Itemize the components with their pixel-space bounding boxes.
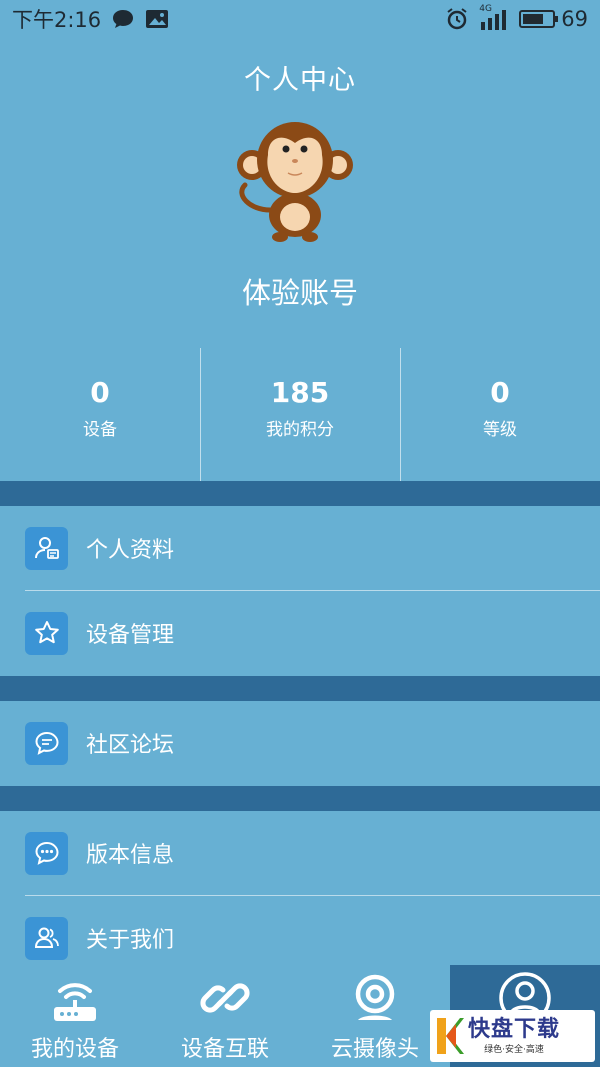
menu-label: 关于我们 (86, 928, 175, 953)
nav-label: 我的设备 (30, 1037, 119, 1062)
stat-points[interactable]: 185 我的积分 (200, 348, 400, 481)
account-name[interactable]: 体验账号 (0, 270, 600, 312)
menu-item-profile[interactable]: 个人资料 (0, 506, 600, 590)
watermark-brand: 快盘下载 (468, 1016, 561, 1042)
menu-item-forum[interactable]: 社区论坛 (0, 701, 600, 785)
stat-value: 0 (90, 376, 110, 409)
signal-icon: 4G (479, 4, 509, 30)
stat-label: 等级 (483, 420, 517, 440)
section-separator (0, 786, 600, 811)
battery-icon (519, 10, 559, 28)
avatar[interactable] (230, 115, 360, 250)
network-type: 4G (479, 4, 492, 14)
watermark-logo: 快盘下载 绿色·安全·高速 (430, 1010, 595, 1062)
kuaipan-logo-icon (437, 1018, 464, 1054)
stats-row: 0 设备 185 我的积分 0 等级 (0, 348, 600, 481)
stat-value: 185 (270, 376, 330, 409)
nav-label: 云摄像头 (330, 1037, 419, 1062)
menu-item-device-manage[interactable]: 设备管理 (0, 591, 600, 675)
battery-percent: 69 (561, 7, 588, 31)
section-separator (0, 676, 600, 701)
battery-indicator: 69 (519, 7, 588, 31)
status-bar: 下午2:16 4G 69 (0, 0, 600, 38)
nav-label: 设备互联 (180, 1037, 269, 1062)
watermark-tagline: 绿色·安全·高速 (484, 1044, 544, 1055)
nav-my-devices[interactable]: 我的设备 (0, 965, 150, 1067)
chat-bubble-icon (25, 721, 68, 765)
person-card-icon (25, 526, 68, 570)
message-icon (111, 8, 135, 30)
stat-level[interactable]: 0 等级 (400, 348, 600, 481)
menu-label: 设备管理 (86, 623, 175, 648)
section-separator (0, 481, 600, 506)
stat-label: 我的积分 (266, 420, 334, 440)
status-time: 下午2:16 (12, 8, 102, 32)
star-icon (25, 611, 68, 655)
menu-item-version[interactable]: 版本信息 (0, 811, 600, 895)
header: 个人中心 (0, 58, 600, 97)
page-title: 个人中心 (244, 65, 356, 96)
stat-devices[interactable]: 0 设备 (0, 348, 200, 481)
users-icon (25, 916, 68, 960)
webcam-icon (350, 970, 400, 1025)
nav-device-link[interactable]: 设备互联 (150, 965, 300, 1067)
menu-label: 版本信息 (86, 843, 175, 868)
nav-cloud-camera[interactable]: 云摄像头 (300, 965, 450, 1067)
stat-value: 0 (490, 376, 510, 409)
message-dots-icon (25, 831, 68, 875)
menu-label: 社区论坛 (86, 733, 175, 758)
stat-label: 设备 (83, 420, 117, 440)
image-icon (145, 9, 169, 29)
menu-label: 个人资料 (86, 538, 175, 563)
link-icon (200, 970, 250, 1025)
router-icon (50, 970, 100, 1025)
monkey-avatar-icon (237, 122, 353, 242)
alarm-icon (445, 7, 469, 31)
